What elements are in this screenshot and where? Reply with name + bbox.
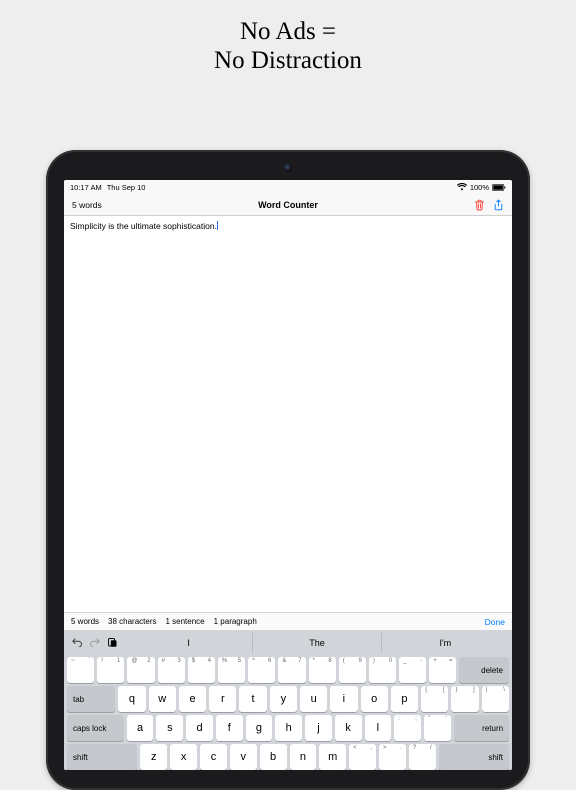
key-,[interactable]: <,	[349, 744, 376, 770]
key-t[interactable]: t	[239, 686, 266, 712]
suggestion-bar: I The I'm	[125, 633, 509, 653]
key-o[interactable]: o	[361, 686, 388, 712]
key-/[interactable]: ?/	[409, 744, 436, 770]
key-m[interactable]: m	[319, 744, 346, 770]
key-e[interactable]: e	[179, 686, 206, 712]
key-k[interactable]: k	[335, 715, 362, 741]
key-4[interactable]: $4	[188, 657, 215, 683]
key-return[interactable]: return	[454, 715, 509, 741]
key-w[interactable]: w	[149, 686, 176, 712]
key--[interactable]: _-	[399, 657, 426, 683]
stats-bar: 5 words 38 characters 1 sentence 1 parag…	[64, 612, 512, 630]
key-][interactable]: }]	[451, 686, 478, 712]
key-;[interactable]: :;	[394, 715, 421, 741]
key-a[interactable]: a	[127, 715, 154, 741]
key-1[interactable]: !1	[97, 657, 124, 683]
share-button[interactable]	[493, 199, 504, 211]
key-h[interactable]: h	[275, 715, 302, 741]
keyboard-row-3: caps lockasdfghjkl:;"'return	[67, 715, 509, 741]
nav-wordcount: 5 words	[72, 200, 142, 210]
stat-sentences: 1 sentence	[165, 617, 204, 626]
key-y[interactable]: y	[270, 686, 297, 712]
key-tab[interactable]: tab	[67, 686, 115, 712]
key-.[interactable]: >.	[379, 744, 406, 770]
key-5[interactable]: %5	[218, 657, 245, 683]
keyboard-top-bar: I The I'm	[67, 633, 509, 653]
trash-button[interactable]	[474, 199, 485, 211]
battery-icon	[492, 184, 506, 191]
key-c[interactable]: c	[200, 744, 227, 770]
key-delete[interactable]: delete	[459, 657, 509, 683]
editor-text: Simplicity is the ultimate sophisticatio…	[70, 221, 217, 231]
suggestion-2[interactable]: The	[252, 633, 380, 653]
key-j[interactable]: j	[305, 715, 332, 741]
status-bar: 10:17 AM Thu Sep 10 100%	[64, 180, 512, 194]
stat-words: 5 words	[71, 617, 99, 626]
key-0[interactable]: )0	[369, 657, 396, 683]
tablet-frame: 10:17 AM Thu Sep 10 100% 5 words Word Co…	[46, 150, 530, 790]
key-b[interactable]: b	[260, 744, 287, 770]
key-8[interactable]: *8	[309, 657, 336, 683]
key-v[interactable]: v	[230, 744, 257, 770]
key-z[interactable]: z	[140, 744, 167, 770]
wifi-icon	[457, 183, 467, 191]
editor-textarea[interactable]: Simplicity is the ultimate sophisticatio…	[64, 216, 512, 612]
status-time: 10:17 AM	[70, 183, 102, 192]
key-r[interactable]: r	[209, 686, 236, 712]
nav-title: Word Counter	[142, 200, 434, 210]
key-p[interactable]: p	[391, 686, 418, 712]
paste-button[interactable]	[107, 637, 118, 650]
status-battery-pct: 100%	[470, 183, 489, 192]
key-i[interactable]: i	[330, 686, 357, 712]
camera-dot	[284, 164, 292, 172]
key-q[interactable]: q	[118, 686, 145, 712]
stat-paragraphs: 1 paragraph	[214, 617, 257, 626]
key-l[interactable]: l	[365, 715, 392, 741]
key-d[interactable]: d	[186, 715, 213, 741]
key-7[interactable]: &7	[278, 657, 305, 683]
nav-bar: 5 words Word Counter	[64, 194, 512, 216]
screen: 10:17 AM Thu Sep 10 100% 5 words Word Co…	[64, 180, 512, 770]
suggestion-1[interactable]: I	[125, 633, 252, 653]
key-2[interactable]: @2	[127, 657, 154, 683]
key-shift-right[interactable]: shift	[439, 744, 509, 770]
key-capslock[interactable]: caps lock	[67, 715, 124, 741]
keyboard-row-1: ~`!1@2#3$4%5^6&7*8(9)0_-+=delete	[67, 657, 509, 683]
key-u[interactable]: u	[300, 686, 327, 712]
keyboard-row-4: shiftzxcvbnm<,>.?/shift	[67, 744, 509, 770]
key-shift-left[interactable]: shift	[67, 744, 137, 770]
key-9[interactable]: (9	[339, 657, 366, 683]
status-date: Thu Sep 10	[107, 183, 146, 192]
headline-line1: No Ads =	[0, 18, 576, 47]
keyboard: I The I'm ~`!1@2#3$4%5^6&7*8(9)0_-+=dele…	[64, 630, 512, 770]
done-button[interactable]: Done	[485, 617, 505, 627]
key-`[interactable]: ~`	[67, 657, 94, 683]
key-f[interactable]: f	[216, 715, 243, 741]
key-=[interactable]: +=	[429, 657, 456, 683]
key-[[interactable]: {[	[421, 686, 448, 712]
key-6[interactable]: ^6	[248, 657, 275, 683]
key-g[interactable]: g	[246, 715, 273, 741]
key-'[interactable]: "'	[424, 715, 451, 741]
key-s[interactable]: s	[156, 715, 183, 741]
key-n[interactable]: n	[290, 744, 317, 770]
key-\[interactable]: |\	[482, 686, 509, 712]
headline-line2: No Distraction	[0, 47, 576, 76]
keyboard-row-2: tabqwertyuiop{[}]|\	[67, 686, 509, 712]
redo-button[interactable]	[89, 637, 101, 650]
key-x[interactable]: x	[170, 744, 197, 770]
promo-headline: No Ads = No Distraction	[0, 0, 576, 76]
suggestion-3[interactable]: I'm	[381, 633, 509, 653]
key-3[interactable]: #3	[158, 657, 185, 683]
stat-chars: 38 characters	[108, 617, 156, 626]
undo-button[interactable]	[71, 637, 83, 650]
text-cursor	[217, 221, 218, 230]
